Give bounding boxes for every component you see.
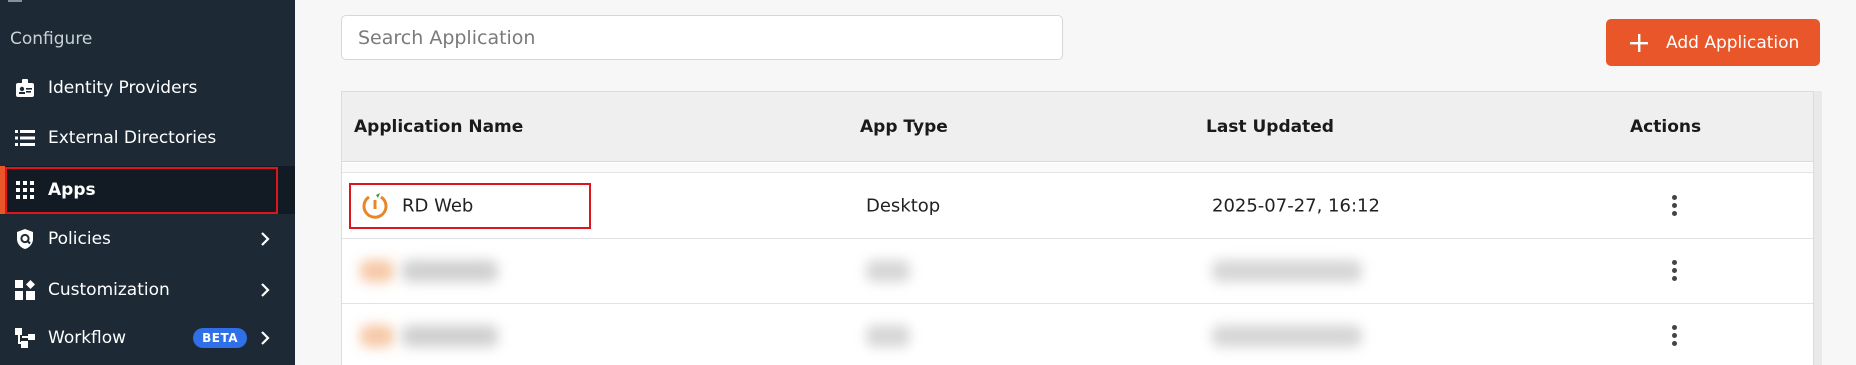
sidebar-item-external-directories[interactable]: External Directories [0,114,295,162]
app-last-updated: 2025-07-27, 16:12 [1212,195,1380,217]
sidebar-item-label: Policies [48,229,111,249]
more-actions-icon[interactable] [1669,325,1679,347]
column-header-application-name[interactable]: Application Name [354,117,523,137]
search-input[interactable] [341,15,1063,60]
plus-icon [1630,33,1648,52]
table-header: Application Name App Type Last Updated A… [342,92,1813,162]
id-badge-icon [14,77,36,99]
column-header-app-type[interactable]: App Type [860,117,948,137]
sidebar-item-identity-providers[interactable]: Identity Providers [0,64,295,112]
sidebar-item-label: External Directories [48,128,217,148]
blurred-last-updated [1212,260,1362,282]
sidebar: Configure Identity Providers External Di… [0,0,295,365]
table-spacer [342,163,1813,173]
table-row[interactable]: RD Web Desktop 2025-07-27, 16:12 [342,174,1813,239]
sidebar-item-customization[interactable]: Customization [0,266,295,314]
add-application-button[interactable]: Add Application [1606,19,1820,66]
sidebar-item-workflow[interactable]: Workflow BETA [0,314,295,362]
sidebar-item-label: Identity Providers [48,78,198,98]
blurred-app-name [402,325,498,347]
partial-nav-icon [8,0,22,2]
grid-icon [14,179,36,201]
sidebar-item-apps[interactable]: Apps [0,166,295,214]
workflow-icon [14,327,36,349]
table-row[interactable] [342,304,1813,365]
chevron-right-icon [261,283,270,297]
column-header-last-updated[interactable]: Last Updated [1206,117,1334,137]
sidebar-item-policies[interactable]: Policies [0,215,295,263]
sidebar-item-label: Workflow [48,328,127,348]
column-header-actions: Actions [1630,117,1702,137]
blurred-app-name [402,260,498,282]
beta-badge: BETA [193,328,247,348]
app-name[interactable]: RD Web [402,196,473,217]
more-actions-icon[interactable] [1669,260,1679,282]
app-type: Desktop [866,195,941,217]
sidebar-section-title: Configure [10,29,93,49]
blurred-app-type [866,260,910,282]
applications-table: Application Name App Type Last Updated A… [341,91,1814,365]
chevron-right-icon [261,232,270,246]
table-scrollbar[interactable] [1814,91,1822,365]
add-application-label: Add Application [1666,32,1800,53]
active-indicator [0,166,5,214]
widgets-icon [14,279,36,301]
chevron-right-icon [261,331,270,345]
blurred-last-updated [1212,325,1362,347]
blurred-app-type [866,325,910,347]
app-root: Configure Identity Providers External Di… [0,0,1856,365]
sidebar-item-label: Customization [48,280,170,300]
table-row[interactable] [342,239,1813,304]
more-actions-icon[interactable] [1669,195,1679,217]
blurred-app-logo [360,260,394,282]
main-content: Add Application Application Name App Typ… [295,0,1856,365]
sidebar-item-label: Apps [48,180,96,200]
list-icon [14,127,36,149]
blurred-app-logo [360,325,394,347]
shield-icon [14,228,36,250]
app-logo-icon [362,193,388,219]
